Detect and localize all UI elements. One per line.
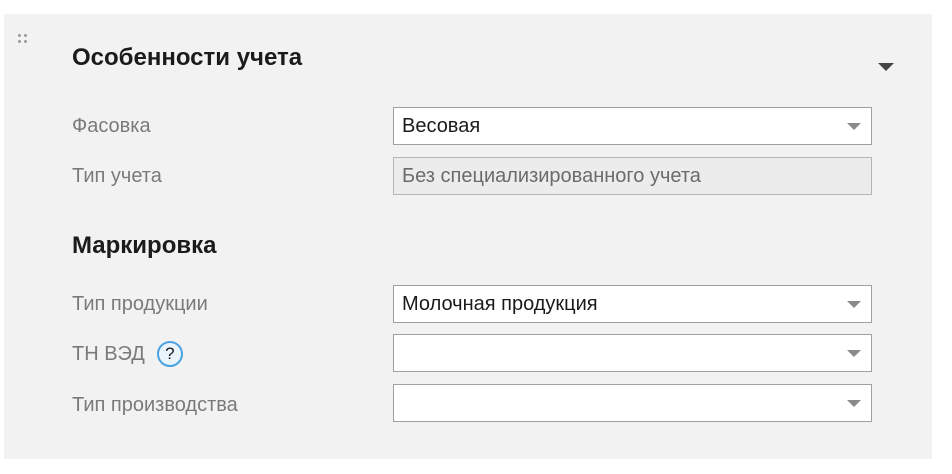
packing-select-value: Весовая	[402, 115, 481, 137]
production-type-label: Тип производства	[72, 394, 238, 416]
accounting-type-value: Без специализированного учета	[402, 165, 701, 187]
section-title-accounting: Особенности учета	[72, 44, 303, 71]
tn-ved-select[interactable]	[393, 334, 872, 372]
chevron-down-icon[interactable]	[878, 63, 894, 71]
accounting-panel: Особенности учета Фасовка Весовая Тип уч…	[4, 14, 932, 459]
packing-select[interactable]: Весовая	[393, 107, 872, 145]
section-title-marking: Маркировка	[72, 232, 217, 259]
accounting-type-label: Тип учета	[72, 165, 162, 187]
product-type-label: Тип продукции	[72, 293, 208, 315]
dropdown-arrow-icon	[847, 350, 861, 357]
dropdown-arrow-icon	[847, 301, 861, 308]
product-type-select[interactable]: Молочная продукция	[393, 285, 872, 323]
question-icon[interactable]: ?	[156, 341, 183, 367]
product-type-select-value: Молочная продукция	[402, 293, 598, 315]
production-type-select[interactable]	[393, 384, 872, 422]
tn-ved-label: ТН ВЭД	[72, 342, 145, 365]
dropdown-arrow-icon	[847, 123, 861, 130]
tn-ved-label-group: ТН ВЭД ?	[72, 341, 183, 367]
drag-handle-icon[interactable]	[18, 34, 32, 48]
packing-label: Фасовка	[72, 115, 151, 137]
dropdown-arrow-icon	[847, 400, 861, 407]
accounting-type-field: Без специализированного учета	[393, 157, 872, 195]
